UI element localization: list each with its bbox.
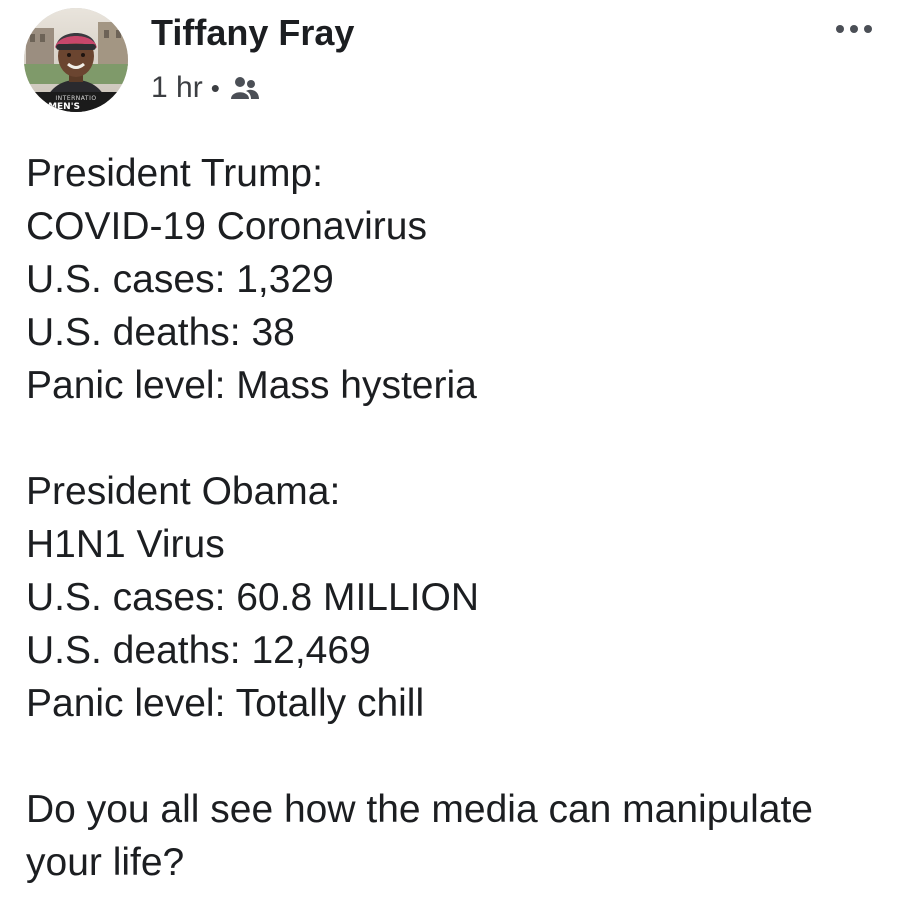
friends-icon-svg <box>230 77 259 99</box>
post-timestamp[interactable]: 1 hr <box>151 71 203 105</box>
text-line: U.S. deaths: 38 <box>26 311 295 354</box>
text-line: Do you all see how the media can manipul… <box>26 788 813 831</box>
paragraph-obama: President Obama: H1N1 Virus U.S. cases: … <box>26 465 876 730</box>
author-avatar[interactable]: INTERNATIO MEN'S <box>24 8 128 112</box>
friends-icon[interactable] <box>230 75 260 101</box>
facebook-post: INTERNATIO MEN'S Tiffany Fray 1 hr • Pre… <box>0 0 900 900</box>
more-options-icon <box>836 25 844 33</box>
more-options-icon-dot <box>850 25 858 33</box>
meta-separator: • <box>210 72 220 103</box>
paragraph-trump: President Trump: COVID-19 Coronavirus U.… <box>26 147 876 412</box>
svg-text:INTERNATIO: INTERNATIO <box>55 95 96 102</box>
text-line: COVID-19 Coronavirus <box>26 205 427 248</box>
text-line: U.S. cases: 1,329 <box>26 258 334 301</box>
text-line: Panic level: Totally chill <box>26 682 425 725</box>
text-line: U.S. deaths: 12,469 <box>26 629 371 672</box>
more-options-icon-dot <box>864 25 872 33</box>
text-line: Panic level: Mass hysteria <box>26 364 477 407</box>
svg-text:MEN'S: MEN'S <box>48 102 80 112</box>
text-line: U.S. cases: 60.8 MILLION <box>26 576 480 619</box>
author-name[interactable]: Tiffany Fray <box>151 8 354 58</box>
text-line: your life? <box>26 841 185 884</box>
post-text: President Trump: COVID-19 Coronavirus U.… <box>26 147 876 889</box>
text-line: President Trump: <box>26 152 323 195</box>
post-meta: 1 hr • <box>151 66 260 110</box>
text-line: H1N1 Virus <box>26 523 225 566</box>
paragraph-question: Do you all see how the media can manipul… <box>26 783 876 889</box>
avatar-photo: INTERNATIO MEN'S <box>24 8 128 112</box>
more-options-button[interactable] <box>826 12 882 46</box>
text-line: President Obama: <box>26 470 341 513</box>
